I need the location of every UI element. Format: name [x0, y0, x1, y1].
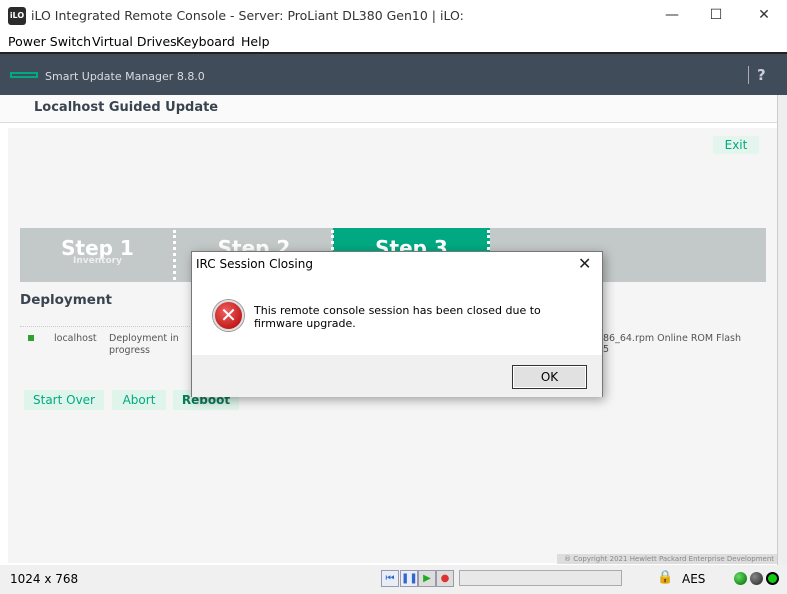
encryption-label: AES	[682, 572, 706, 586]
host-name: localhost	[54, 333, 97, 344]
component-name-line2: 5	[603, 344, 610, 355]
page-title: Localhost Guided Update	[34, 100, 219, 115]
play-icon[interactable]: ▶	[418, 570, 436, 587]
resolution: 1024 x 768	[10, 572, 79, 586]
window-title: iLO Integrated Remote Console - Server: …	[31, 8, 464, 23]
error-icon: ✕	[213, 300, 244, 331]
skip-back-icon[interactable]: ⏮	[381, 570, 399, 587]
component-name: 86_64.rpm Online ROM Flash	[603, 333, 742, 344]
start-over-button[interactable]: Start Over	[24, 390, 104, 410]
record-icon[interactable]: ●	[436, 570, 454, 587]
menu-power-switch[interactable]: Power Switch	[8, 34, 91, 49]
progress-bar	[459, 570, 622, 586]
minimize-button[interactable]: —	[649, 0, 695, 32]
menu-virtual-drives[interactable]: Virtual Drives	[92, 34, 177, 49]
dialog-close-icon[interactable]: ✕	[578, 254, 591, 273]
step-divider	[173, 230, 176, 280]
abort-button[interactable]: Abort	[112, 390, 166, 410]
close-button[interactable]: ✕	[741, 0, 787, 32]
exit-button[interactable]: Exit	[713, 136, 759, 154]
step-1-label: Inventory	[73, 256, 122, 266]
dialog-message: This remote console session has been clo…	[254, 304, 541, 330]
dialog-title: IRC Session Closing	[196, 257, 313, 271]
app-title: Smart Update Manager 8.8.0	[45, 70, 205, 83]
deployment-heading: Deployment	[20, 292, 113, 308]
copyright: ® Copyright 2021 Hewlett Packard Enterpr…	[557, 554, 777, 573]
lock-icon: 🔒	[657, 570, 674, 585]
maximize-button[interactable]: ☐	[693, 0, 739, 32]
pause-icon[interactable]: ❚❚	[400, 570, 418, 587]
ok-button[interactable]: OK	[512, 365, 587, 389]
status-led-green-icon	[734, 572, 747, 585]
menu-help[interactable]: Help	[241, 34, 270, 49]
scrollbar[interactable]	[777, 95, 787, 565]
deployment-status: Deployment in progress	[109, 333, 179, 356]
hpe-logo-icon	[10, 72, 38, 78]
ilo-app-icon: iLO	[8, 7, 26, 25]
status-led-gray-icon	[750, 572, 763, 585]
step-1: Step 1 Inventory	[20, 228, 175, 282]
help-button[interactable]: ?	[748, 66, 766, 84]
irc-session-closing-dialog: IRC Session Closing ✕ ✕ This remote cons…	[191, 251, 603, 397]
status-indicator-icon	[28, 335, 34, 341]
power-icon[interactable]	[766, 572, 779, 585]
divider	[20, 326, 190, 327]
menu-keyboard[interactable]: Keyboard	[176, 34, 235, 49]
